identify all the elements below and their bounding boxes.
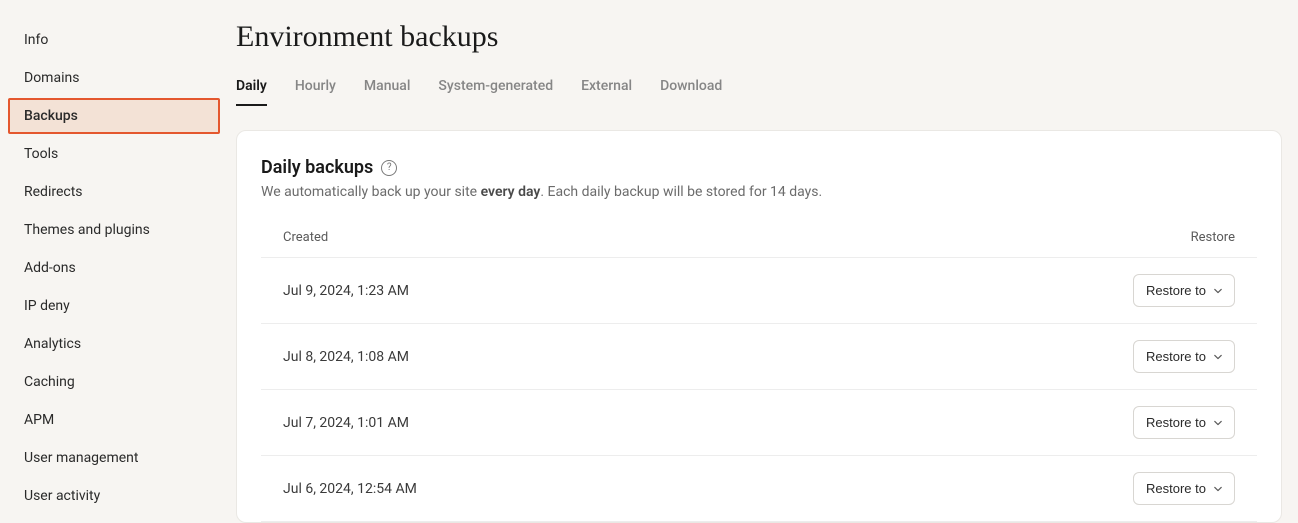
- restore-button[interactable]: Restore to: [1133, 274, 1235, 307]
- sidebar: Info Domains Backups Tools Redirects The…: [0, 0, 220, 521]
- card-desc-strong: every day: [481, 184, 541, 200]
- restore-button[interactable]: Restore to: [1133, 472, 1235, 505]
- restore-label: Restore to: [1146, 283, 1206, 298]
- sidebar-item-domains[interactable]: Domains: [8, 60, 220, 96]
- backup-date: Jul 6, 2024, 12:54 AM: [283, 481, 417, 497]
- restore-button[interactable]: Restore to: [1133, 340, 1235, 373]
- card-description: We automatically back up your site every…: [261, 184, 1257, 200]
- card-header: Daily backups ? We automatically back up…: [261, 157, 1257, 200]
- chevron-down-icon: [1214, 419, 1222, 427]
- table-row: Jul 9, 2024, 1:23 AM Restore to: [261, 258, 1257, 324]
- card-title: Daily backups: [261, 157, 373, 178]
- table-row: Jul 6, 2024, 12:54 AM Restore to: [261, 456, 1257, 522]
- tab-daily[interactable]: Daily: [236, 78, 267, 106]
- table-header: Created Restore: [261, 218, 1257, 258]
- tab-download[interactable]: Download: [660, 78, 722, 106]
- tab-manual[interactable]: Manual: [364, 78, 410, 106]
- chevron-down-icon: [1214, 353, 1222, 361]
- sidebar-item-addons[interactable]: Add-ons: [8, 250, 220, 286]
- chevron-down-icon: [1214, 287, 1222, 295]
- restore-button[interactable]: Restore to: [1133, 406, 1235, 439]
- restore-label: Restore to: [1146, 481, 1206, 496]
- sidebar-item-info[interactable]: Info: [8, 22, 220, 58]
- tabs: Daily Hourly Manual System-generated Ext…: [236, 78, 1282, 106]
- sidebar-item-backups[interactable]: Backups: [8, 98, 220, 134]
- chevron-down-icon: [1214, 485, 1222, 493]
- sidebar-item-user-activity[interactable]: User activity: [8, 478, 220, 514]
- col-restore: Restore: [1191, 230, 1235, 245]
- backup-date: Jul 9, 2024, 1:23 AM: [283, 283, 409, 299]
- tab-hourly[interactable]: Hourly: [295, 78, 336, 106]
- table-row: Jul 7, 2024, 1:01 AM Restore to: [261, 390, 1257, 456]
- sidebar-item-caching[interactable]: Caching: [8, 364, 220, 400]
- restore-label: Restore to: [1146, 349, 1206, 364]
- card-desc-suffix: . Each daily backup will be stored for 1…: [540, 184, 822, 200]
- sidebar-item-themes-plugins[interactable]: Themes and plugins: [8, 212, 220, 248]
- sidebar-item-redirects[interactable]: Redirects: [8, 174, 220, 210]
- tab-external[interactable]: External: [581, 78, 632, 106]
- table-row: Jul 8, 2024, 1:08 AM Restore to: [261, 324, 1257, 390]
- backup-date: Jul 8, 2024, 1:08 AM: [283, 349, 409, 365]
- sidebar-item-user-management[interactable]: User management: [8, 440, 220, 476]
- main-content: Environment backups Daily Hourly Manual …: [220, 0, 1298, 521]
- page-title: Environment backups: [236, 20, 1282, 54]
- sidebar-item-tools[interactable]: Tools: [8, 136, 220, 172]
- card-desc-prefix: We automatically back up your site: [261, 184, 481, 200]
- sidebar-item-apm[interactable]: APM: [8, 402, 220, 438]
- restore-label: Restore to: [1146, 415, 1206, 430]
- tab-system-generated[interactable]: System-generated: [438, 78, 553, 106]
- sidebar-item-analytics[interactable]: Analytics: [8, 326, 220, 362]
- col-created: Created: [283, 230, 328, 245]
- help-icon[interactable]: ?: [381, 160, 397, 176]
- backup-date: Jul 7, 2024, 1:01 AM: [283, 415, 409, 431]
- backups-card: Daily backups ? We automatically back up…: [236, 130, 1282, 523]
- sidebar-item-ip-deny[interactable]: IP deny: [8, 288, 220, 324]
